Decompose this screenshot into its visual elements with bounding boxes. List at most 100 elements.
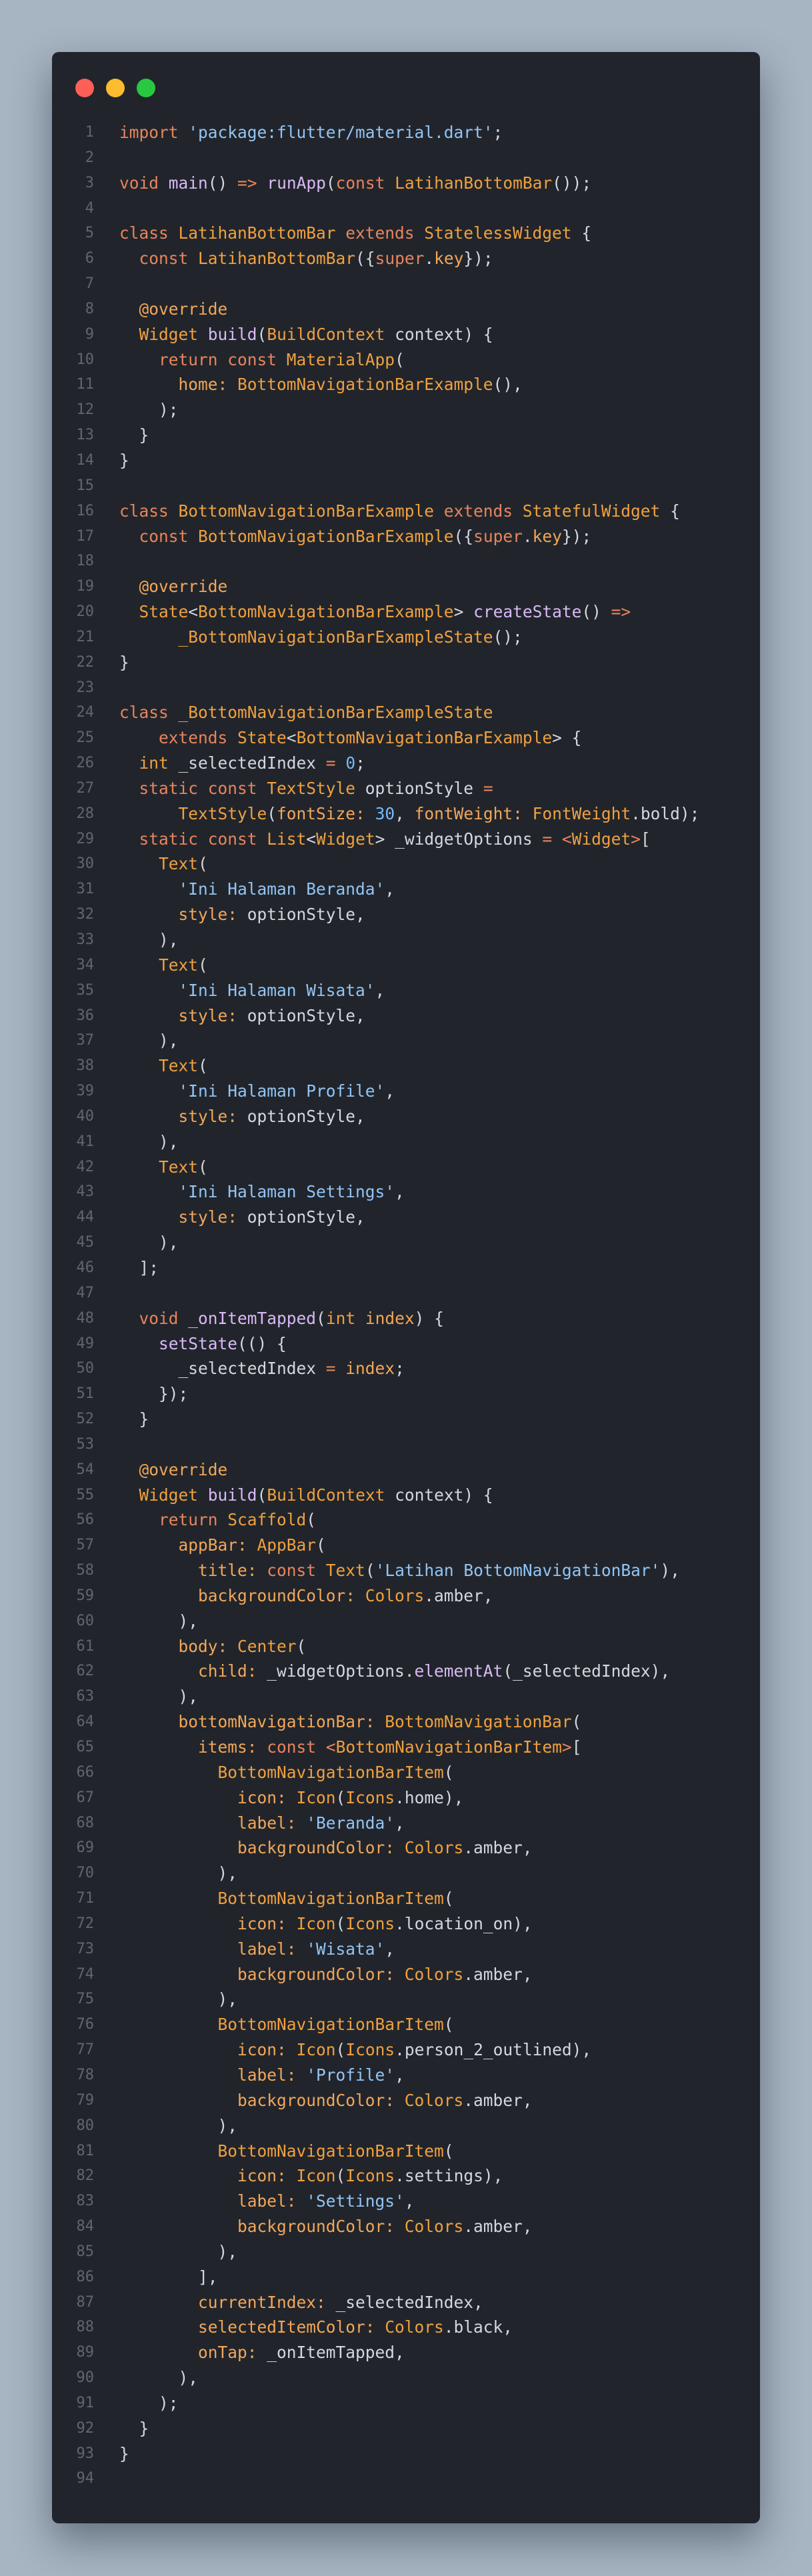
code-token: LatihanBottomBar bbox=[395, 173, 553, 193]
line-number: 35 bbox=[76, 981, 95, 999]
code-text: ), bbox=[119, 1028, 760, 1053]
code-token: ( bbox=[443, 1762, 454, 1782]
code-token: BottomNavigationBarItem bbox=[217, 2015, 444, 2035]
code-line: 52 } bbox=[52, 1407, 760, 1432]
code-token: Widget bbox=[139, 324, 208, 344]
code-text: 'Ini Halaman Beranda', bbox=[119, 877, 760, 902]
code-token: Widget bbox=[139, 1485, 208, 1505]
code-line: 16 class BottomNavigationBarExample exten… bbox=[52, 499, 760, 524]
code-line: 87 currentIndex: _selectedIndex, bbox=[52, 2290, 760, 2315]
code-token: Text bbox=[159, 1056, 199, 1076]
code-line: 39 'Ini Halaman Profile', bbox=[52, 1079, 760, 1104]
code-token: int bbox=[325, 1308, 356, 1328]
close-dot-icon[interactable] bbox=[75, 79, 94, 97]
code-text: style: optionStyle, bbox=[119, 1205, 760, 1230]
code-token: State bbox=[139, 602, 189, 622]
code-token: () bbox=[207, 173, 238, 193]
line-number: 9 bbox=[85, 325, 94, 343]
code-token: label: bbox=[237, 2065, 307, 2085]
line-number: 84 bbox=[76, 2218, 95, 2235]
code-token: _selectedIndex bbox=[119, 1359, 326, 1379]
code-text: ), bbox=[119, 1230, 760, 1255]
code-token: ( bbox=[443, 2141, 454, 2161]
code-text: ), bbox=[119, 927, 760, 953]
code-token: class bbox=[119, 703, 179, 723]
code-line: 90 ), bbox=[52, 2365, 760, 2391]
code-token: icon: bbox=[237, 1787, 297, 1807]
code-line: 33 ), bbox=[52, 927, 760, 953]
code-token: style: bbox=[178, 1207, 247, 1227]
code-token: LatihanBottomBar bbox=[178, 223, 346, 243]
code-token: < bbox=[306, 829, 317, 849]
code-token: 'Latihan BottomNavigationBar' bbox=[375, 1561, 661, 1581]
code-token: extends bbox=[159, 728, 238, 748]
code-token: } bbox=[119, 2443, 129, 2463]
code-line: 91 ); bbox=[52, 2391, 760, 2416]
code-text: label: 'Beranda', bbox=[119, 1811, 760, 1836]
code-token: 'Profile' bbox=[306, 2065, 395, 2085]
code-line: 61 body: Center( bbox=[52, 1634, 760, 1659]
line-number: 27 bbox=[76, 779, 95, 797]
code-text: } bbox=[119, 650, 760, 675]
code-token: @override bbox=[139, 577, 228, 597]
code-token: icon: bbox=[237, 1913, 297, 1933]
code-text: ), bbox=[119, 2239, 760, 2265]
code-token: ; bbox=[355, 753, 365, 773]
code-token: Text bbox=[325, 1561, 365, 1581]
code-token: (); bbox=[493, 627, 523, 647]
code-line: 4 bbox=[52, 196, 760, 221]
code-token: ), bbox=[119, 1031, 179, 1051]
code-line: 55 Widget build(BuildContext context) { bbox=[52, 1483, 760, 1508]
code-token: return bbox=[159, 1510, 228, 1530]
minimize-dot-icon[interactable] bbox=[106, 79, 125, 97]
line-number: 75 bbox=[76, 1991, 95, 2008]
code-text: @override bbox=[119, 297, 760, 322]
maximize-dot-icon[interactable] bbox=[137, 79, 155, 97]
code-text: bottomNavigationBar: BottomNavigationBar… bbox=[119, 1709, 760, 1735]
code-token: label: bbox=[237, 1939, 307, 1959]
code-token: BuildContext bbox=[267, 324, 385, 344]
line-number: 53 bbox=[76, 1435, 95, 1453]
line-number: 94 bbox=[76, 2470, 95, 2487]
code-token: ( bbox=[198, 854, 208, 874]
code-line: 41 ), bbox=[52, 1129, 760, 1155]
code-text: items: const <BottomNavigationBarItem>[ bbox=[119, 1735, 760, 1760]
line-number: 4 bbox=[85, 199, 94, 217]
code-token: int bbox=[139, 753, 169, 773]
line-number: 77 bbox=[76, 2041, 95, 2059]
code-token: @override bbox=[139, 1459, 228, 1479]
code-token: ), bbox=[119, 2241, 238, 2261]
code-token: 'Settings' bbox=[306, 2191, 405, 2211]
code-token: Icons bbox=[345, 1787, 395, 1807]
code-text: onTap: _onItemTapped, bbox=[119, 2340, 760, 2365]
line-number: 12 bbox=[76, 401, 95, 419]
code-token: BottomNavigationBarExample bbox=[198, 602, 454, 622]
code-token: ), bbox=[119, 1131, 179, 1151]
code-token: StatefulWidget bbox=[522, 501, 661, 521]
code-text: ), bbox=[119, 1861, 760, 1886]
code-token: Center bbox=[237, 1636, 297, 1656]
code-token: }); bbox=[463, 249, 493, 269]
code-token: Text bbox=[159, 854, 199, 874]
code-token: ( bbox=[365, 1561, 375, 1581]
line-number: 45 bbox=[76, 1234, 95, 1251]
code-block[interactable]: 1 import 'package:flutter/material.dart';… bbox=[52, 120, 760, 2491]
code-token: currentIndex: bbox=[198, 2292, 336, 2312]
code-token: ( bbox=[443, 2015, 454, 2035]
code-token: const bbox=[267, 1737, 326, 1757]
code-line: 74 backgroundColor: Colors.amber, bbox=[52, 1962, 760, 1987]
code-token: items: bbox=[198, 1737, 267, 1757]
code-token: Widget bbox=[316, 829, 375, 849]
code-token: style: bbox=[178, 1106, 247, 1126]
line-number: 33 bbox=[76, 931, 95, 948]
code-token: 'Ini Halaman Wisata' bbox=[178, 980, 375, 1000]
